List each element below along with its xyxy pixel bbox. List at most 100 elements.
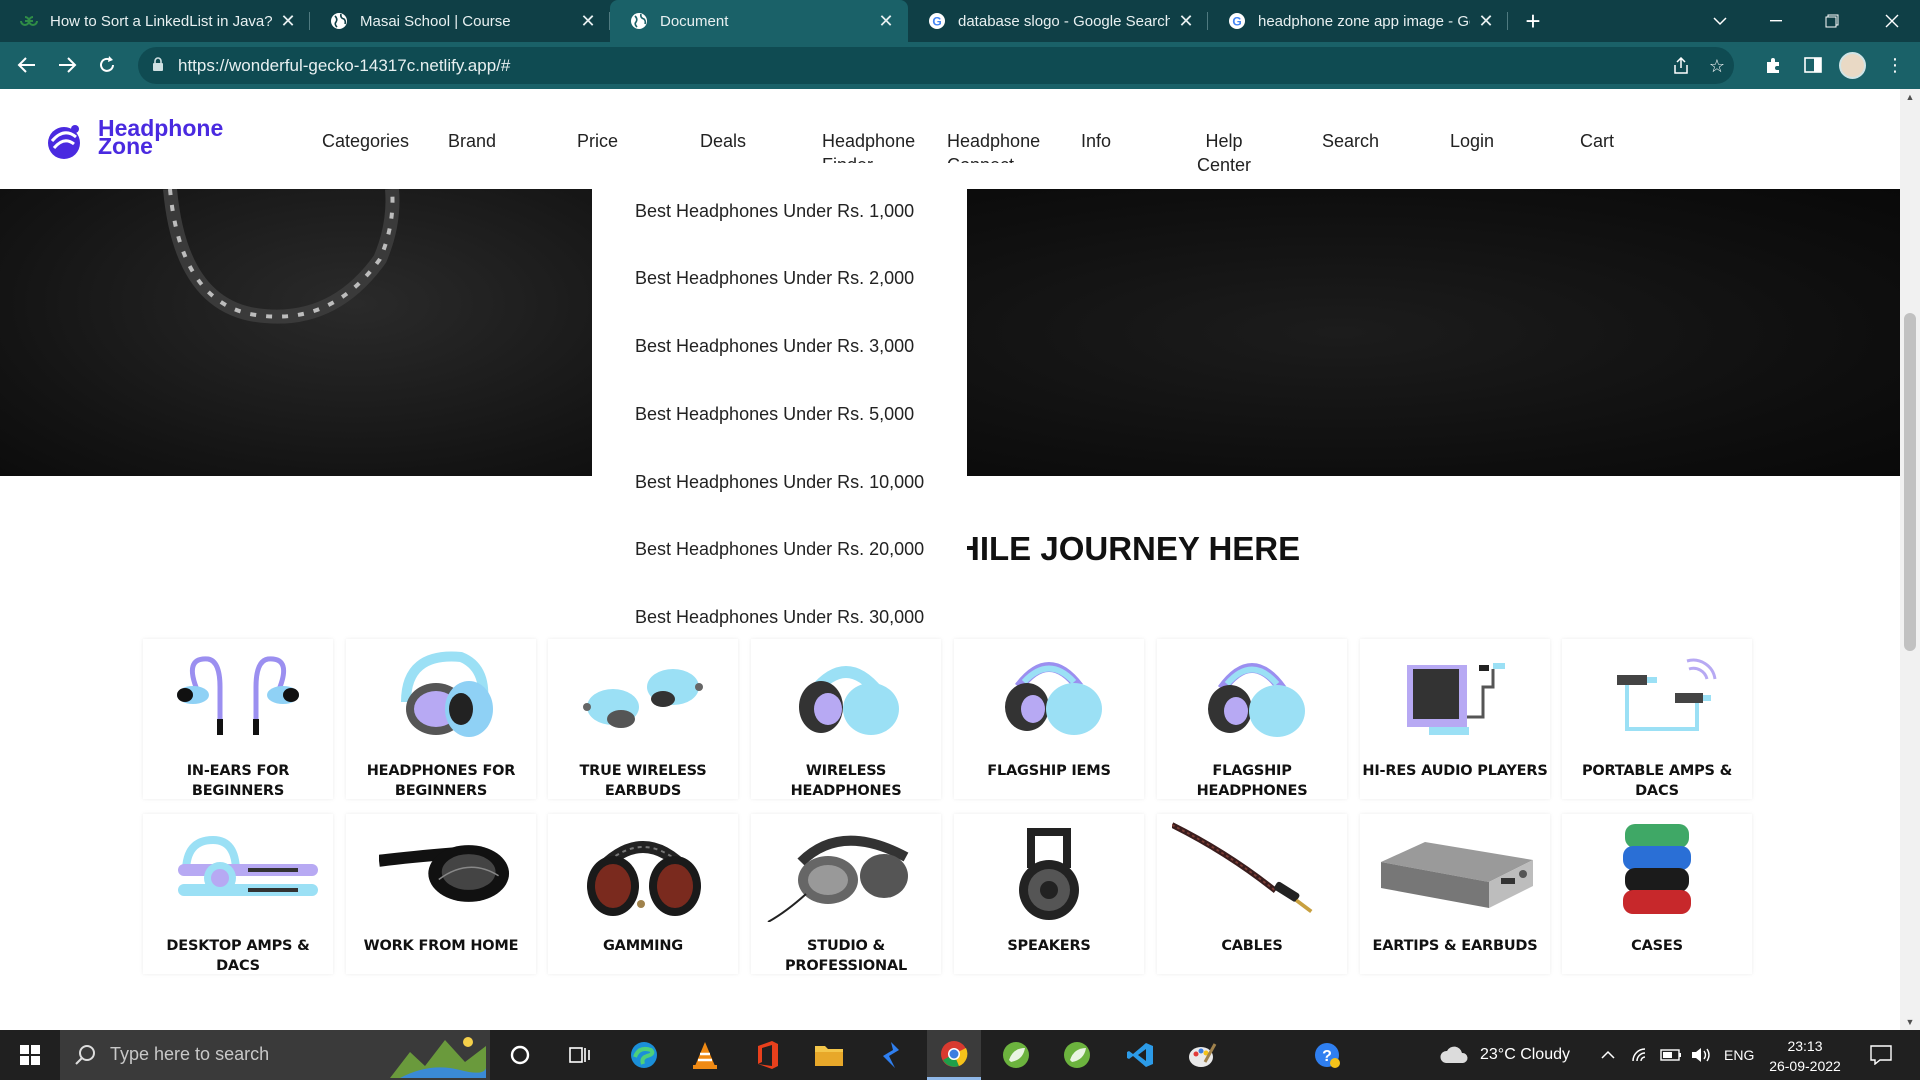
category-card-desktop-amps[interactable]: DESKTOP AMPS & DACS <box>143 814 333 974</box>
cortana-icon[interactable] <box>493 1030 547 1080</box>
price-option[interactable]: Best Headphones Under Rs. 2,000 <box>635 268 914 289</box>
taskbar-clock[interactable]: 23:13 26-09-2022 <box>1750 1036 1860 1076</box>
search-highlight-icon <box>390 1037 486 1078</box>
category-label: CASES <box>1631 938 1683 954</box>
share-icon[interactable] <box>1668 53 1694 79</box>
nav-cart[interactable]: Cart <box>1580 129 1614 153</box>
nav-categories[interactable]: Categories <box>322 129 409 153</box>
category-label: IN-EARS FOR BEGINNERS <box>186 763 290 799</box>
restore-icon[interactable] <box>1804 0 1860 42</box>
tab-headphone-zone[interactable]: G headphone zone app image - Google Sear… <box>1208 0 1508 42</box>
category-card-wireless-headphones[interactable]: WIRELESS HEADPHONES <box>751 639 941 799</box>
category-card-studio[interactable]: STUDIO & PROFESSIONAL <box>751 814 941 974</box>
category-card-flagship-headphones[interactable]: FLAGSHIP HEADPHONES <box>1157 639 1347 799</box>
tab-database-slogo[interactable]: G database slogo - Google Search ✕ <box>908 0 1208 42</box>
amplifier-icon <box>1375 822 1535 922</box>
volume-icon[interactable] <box>1690 1030 1712 1080</box>
scroll-up-icon[interactable]: ▲ <box>1900 89 1920 105</box>
category-card-true-wireless[interactable]: TRUE WIRELESS EARBUDS <box>548 639 738 799</box>
price-option[interactable]: Best Headphones Under Rs. 5,000 <box>635 404 914 425</box>
paint-icon[interactable] <box>1175 1030 1229 1080</box>
nav-deals[interactable]: Deals <box>700 129 746 153</box>
cloud-icon <box>1440 1046 1468 1063</box>
nav-price[interactable]: Price <box>577 129 618 153</box>
lock-icon[interactable] <box>152 57 164 71</box>
close-window-icon[interactable] <box>1864 0 1920 42</box>
gaming-headphones-icon <box>563 822 723 922</box>
close-tab-icon[interactable]: ✕ <box>1178 11 1194 32</box>
category-card-cables[interactable]: CABLES <box>1157 814 1347 974</box>
category-card-flagship-iems[interactable]: FLAGSHIP IEMS <box>954 639 1144 799</box>
category-card-cases[interactable]: CASES <box>1562 814 1752 974</box>
nav-help-center[interactable]: Help Center <box>1197 129 1251 177</box>
tab-search-icon[interactable] <box>1692 0 1748 42</box>
side-panel-icon[interactable] <box>1798 50 1828 80</box>
spring-tool-icon-2[interactable] <box>1050 1030 1104 1080</box>
category-card-hi-res-players[interactable]: HI-RES AUDIO PLAYERS <box>1360 639 1550 799</box>
power-automate-icon[interactable] <box>864 1030 918 1080</box>
price-option[interactable]: Best Headphones Under Rs. 10,000 <box>635 472 924 493</box>
category-card-eartips[interactable]: EARTIPS & EARBUDS <box>1360 814 1550 974</box>
price-option[interactable]: Best Headphones Under Rs. 30,000 <box>635 607 924 628</box>
svg-text:G: G <box>932 15 941 29</box>
tab-masai[interactable]: Masai School | Course ✕ <box>310 0 610 42</box>
notifications-icon[interactable] <box>1870 1030 1892 1080</box>
page-scrollbar[interactable]: ▲ ▼ <box>1900 89 1920 1030</box>
nav-login[interactable]: Login <box>1450 129 1494 153</box>
close-tab-icon[interactable]: ✕ <box>1478 11 1494 32</box>
extensions-icon[interactable] <box>1758 50 1788 80</box>
tab-document[interactable]: Document ✕ <box>610 0 908 42</box>
site-logo[interactable]: Headphone Zone <box>44 117 244 165</box>
windows-start-icon[interactable] <box>0 1030 60 1080</box>
category-card-in-ears[interactable]: IN-EARS FOR BEGINNERS <box>143 639 333 799</box>
forward-icon[interactable] <box>52 50 82 80</box>
profile-avatar[interactable] <box>1839 52 1866 79</box>
close-tab-icon[interactable]: ✕ <box>580 11 596 32</box>
scrollbar-thumb[interactable] <box>1904 313 1916 651</box>
category-card-portable-amps[interactable]: PORTABLE AMPS & DACS <box>1562 639 1752 799</box>
menu-kebab-icon[interactable]: ⋮ <box>1880 50 1910 80</box>
nav-brand[interactable]: Brand <box>448 129 496 153</box>
hero-banner-left[interactable] <box>0 189 592 476</box>
address-bar[interactable]: https://wonderful-gecko-14317c.netlify.a… <box>138 47 1734 84</box>
chrome-icon[interactable] <box>927 1030 981 1080</box>
category-label: EARTIPS & EARBUDS <box>1372 938 1538 954</box>
price-option[interactable]: Best Headphones Under Rs. 3,000 <box>635 336 914 357</box>
hero-banner-right[interactable] <box>967 189 1900 476</box>
taskbar-search-box[interactable]: Type here to search <box>60 1030 490 1080</box>
bookmark-star-icon[interactable]: ☆ <box>1704 53 1730 79</box>
file-explorer-icon[interactable] <box>802 1030 856 1080</box>
edge-icon[interactable] <box>617 1030 671 1080</box>
nav-headphone-connect[interactable]: Headphone Connect <box>947 129 1040 163</box>
nav-headphone-finder[interactable]: Headphone Finder <box>822 129 915 163</box>
show-hidden-icons-icon[interactable] <box>1601 1030 1615 1080</box>
portable-dac-icon <box>1577 647 1737 747</box>
category-card-gaming[interactable]: GAMMING <box>548 814 738 974</box>
price-option[interactable]: Best Headphones Under Rs. 1,000 <box>635 201 914 222</box>
category-card-speakers[interactable]: SPEAKERS <box>954 814 1144 974</box>
weather-widget[interactable]: 23°C Cloudy <box>1440 1030 1570 1080</box>
back-icon[interactable] <box>12 50 42 80</box>
vlc-icon[interactable] <box>678 1030 732 1080</box>
weather-text: 23°C Cloudy <box>1480 1046 1570 1063</box>
vscode-icon[interactable] <box>1113 1030 1167 1080</box>
tab-linkedlist[interactable]: How to Sort a LinkedList in Java? ✕ <box>0 0 310 42</box>
category-card-headphones-beginners[interactable]: HEADPHONES FOR BEGINNERS <box>346 639 536 799</box>
task-view-icon[interactable] <box>553 1030 607 1080</box>
close-tab-icon[interactable]: ✕ <box>878 11 894 32</box>
spring-tool-icon[interactable] <box>989 1030 1043 1080</box>
tab-title: Document <box>660 12 729 30</box>
nav-search[interactable]: Search <box>1322 129 1379 153</box>
new-tab-icon[interactable]: + <box>1518 6 1548 36</box>
battery-icon[interactable] <box>1660 1030 1682 1080</box>
close-tab-icon[interactable]: ✕ <box>280 11 296 32</box>
scroll-down-icon[interactable]: ▼ <box>1900 1014 1920 1030</box>
nav-info[interactable]: Info <box>1081 129 1111 153</box>
reload-icon[interactable] <box>92 50 122 80</box>
help-icon[interactable]: ? <box>1300 1030 1354 1080</box>
minimize-icon[interactable] <box>1748 0 1804 42</box>
office-icon[interactable] <box>740 1030 794 1080</box>
network-icon[interactable] <box>1631 1030 1649 1080</box>
price-option[interactable]: Best Headphones Under Rs. 20,000 <box>635 539 924 560</box>
category-card-work-from-home[interactable]: WORK FROM HOME <box>346 814 536 974</box>
